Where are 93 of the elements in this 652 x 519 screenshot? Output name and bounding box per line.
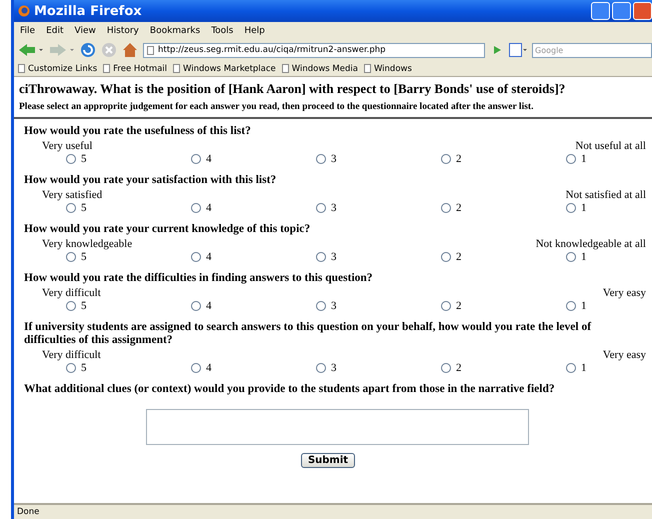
radio-label: 1 xyxy=(581,153,586,165)
menu-item[interactable]: Tools xyxy=(211,26,234,36)
question-text: If university students are assigned to search answers to this question on your behalf, how would you rate the level of difficulties of this assignment? xyxy=(24,321,592,347)
radio-button[interactable] xyxy=(566,252,576,262)
radio-label: 3 xyxy=(331,362,336,374)
radio-button[interactable] xyxy=(566,301,576,311)
radio-label: 3 xyxy=(331,300,336,312)
scale-low-label: Very difficult xyxy=(41,349,101,361)
bookmark-link[interactable]: Windows Media xyxy=(282,64,358,74)
question-text: How would you rate your satisfaction with this list? xyxy=(24,174,278,187)
submit-button[interactable]: Submit xyxy=(300,453,356,468)
menu-item[interactable]: Bookmarks xyxy=(150,26,200,36)
radio-button[interactable] xyxy=(316,363,326,373)
radio-label: 4 xyxy=(206,153,212,165)
radio-label: 3 xyxy=(331,202,336,214)
maximize-button[interactable] xyxy=(612,2,631,20)
scale-high-label: Not satisfied at all xyxy=(566,189,647,201)
radio-label: 2 xyxy=(456,362,462,374)
radio-button[interactable] xyxy=(441,203,451,213)
search-engine-icon[interactable] xyxy=(509,43,527,57)
radio-label: 2 xyxy=(456,300,462,312)
globe-icon xyxy=(18,5,30,17)
radio-label: 2 xyxy=(456,251,462,263)
radio-label: 3 xyxy=(331,251,336,263)
bookmark-link[interactable]: Customize Links xyxy=(18,64,98,74)
window-title: Mozilla Firefox xyxy=(34,4,142,18)
address-bar[interactable]: http://zeus.seg.rmit.edu.au/ciqa/rmitrun2-answer.php xyxy=(143,42,485,58)
radio-button[interactable] xyxy=(566,363,576,373)
radio-button[interactable] xyxy=(191,301,201,311)
scale-high-label: Very easy xyxy=(602,349,647,361)
radio-button[interactable] xyxy=(441,252,451,262)
radio-label: 1 xyxy=(581,202,586,214)
scale-low-label: Very knowledgeable xyxy=(41,238,132,250)
radio-button[interactable] xyxy=(441,363,451,373)
radio-label: 4 xyxy=(206,300,212,312)
scale-low-label: Very satisfied xyxy=(41,189,102,201)
radio-label: 3 xyxy=(331,153,336,165)
radio-label: 1 xyxy=(581,300,586,312)
menu-item[interactable]: File xyxy=(20,26,36,36)
close-button[interactable] xyxy=(633,2,652,20)
radio-label: 5 xyxy=(81,362,86,374)
scale-high-label: Not useful at all xyxy=(575,140,647,152)
menu-item[interactable]: Edit xyxy=(46,26,64,36)
radio-button[interactable] xyxy=(66,363,76,373)
radio-button[interactable] xyxy=(191,252,201,262)
radio-button[interactable] xyxy=(441,154,451,164)
question-text: How would you rate the usefulness of this list? xyxy=(24,125,252,138)
answer-box[interactable] xyxy=(146,409,529,445)
radio-label: 5 xyxy=(81,251,86,263)
radio-label: 4 xyxy=(206,362,212,374)
scale-high-label: Very easy xyxy=(602,287,647,299)
radio-label: 2 xyxy=(456,153,462,165)
radio-label: 1 xyxy=(581,251,586,263)
radio-button[interactable] xyxy=(191,154,201,164)
radio-button[interactable] xyxy=(316,203,326,213)
radio-button[interactable] xyxy=(191,203,201,213)
radio-button[interactable] xyxy=(566,203,576,213)
bookmark-link[interactable]: Windows xyxy=(364,64,412,74)
radio-label: 5 xyxy=(81,153,86,165)
menu-item[interactable]: View xyxy=(74,26,96,36)
reload-icon[interactable] xyxy=(80,42,96,58)
menu-item[interactable]: History xyxy=(106,26,139,36)
radio-label: 4 xyxy=(206,251,212,263)
radio-button[interactable] xyxy=(441,301,451,311)
radio-button[interactable] xyxy=(66,154,76,164)
back-arrow-icon[interactable] xyxy=(18,43,44,57)
radio-button[interactable] xyxy=(191,363,201,373)
radio-button[interactable] xyxy=(566,154,576,164)
home-icon[interactable] xyxy=(122,42,138,58)
minimize-button[interactable] xyxy=(591,2,610,20)
menu-item[interactable]: Help xyxy=(244,26,265,36)
bookmark-link[interactable]: Free Hotmail xyxy=(103,64,168,74)
radio-button[interactable] xyxy=(66,203,76,213)
radio-label: 2 xyxy=(456,202,462,214)
question-text: How would you rate your current knowledge of this topic? xyxy=(24,223,312,236)
radio-button[interactable] xyxy=(316,301,326,311)
scale-high-label: Not knowledgeable at all xyxy=(536,238,647,250)
status-text: Done xyxy=(14,503,652,519)
scale-low-label: Very useful xyxy=(41,140,92,152)
radio-button[interactable] xyxy=(66,252,76,262)
radio-label: 5 xyxy=(81,202,86,214)
radio-label: 4 xyxy=(206,202,212,214)
question-text: What additional clues (or context) would you provide to the students apart from those in the narrative field? xyxy=(24,383,556,395)
scale-low-label: Very difficult xyxy=(41,287,101,299)
page-heading: ciThrowaway. What is the position of [Hank Aaron] with respect to [Barry Bonds' use of steroids]? xyxy=(19,81,566,97)
question-text: How would you rate the difficulties in finding answers to this question? xyxy=(24,272,374,285)
radio-button[interactable] xyxy=(316,154,326,164)
radio-button[interactable] xyxy=(316,252,326,262)
instructions-text: Please select an approprite judgement for each answer you read, then proceed to the questionnaire located after the answer list. xyxy=(19,102,534,112)
radio-label: 5 xyxy=(81,300,86,312)
radio-button[interactable] xyxy=(66,301,76,311)
bookmark-link[interactable]: Windows Marketplace xyxy=(173,64,276,74)
radio-label: 1 xyxy=(581,362,586,374)
